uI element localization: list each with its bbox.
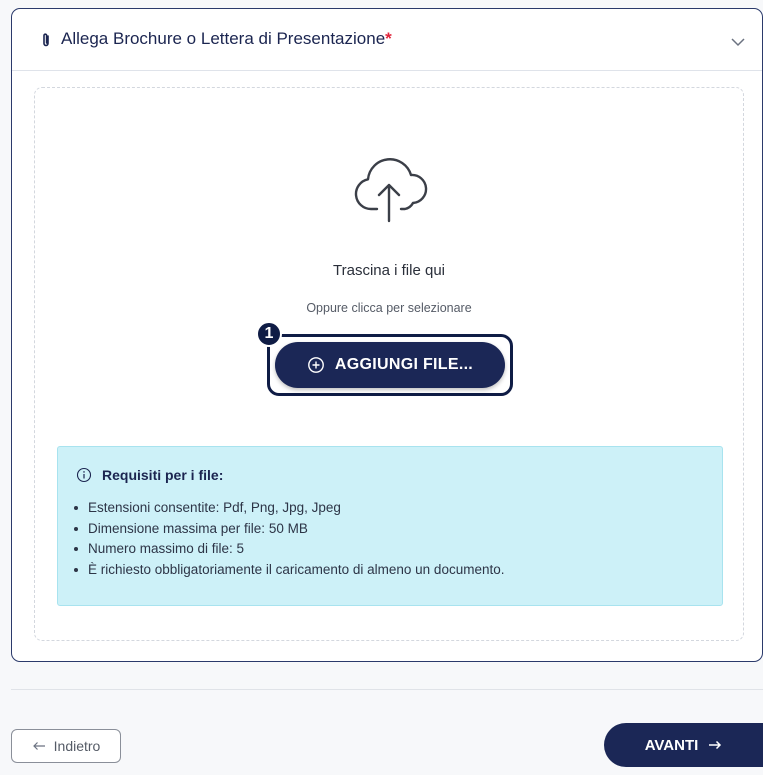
list-item: Numero massimo di file: 5 [74,539,504,560]
list-item: È richiesto obbligatoriamente il caricam… [74,560,504,581]
cloud-upload-icon [349,155,433,227]
add-file-button-label: AGGIUNGI FILE... [334,356,474,373]
file-dropzone[interactable]: Trascina i file qui Oppure clicca per se… [34,87,744,641]
back-button[interactable]: Indietro [11,729,121,763]
step-badge: 1 [256,321,282,347]
footer-divider [11,689,763,690]
add-file-button[interactable]: AGGIUNGI FILE... [275,342,505,388]
upload-section-card: Allega Brochure o Lettera di Presentazio… [11,8,763,662]
add-file-button-focus-ring: AGGIUNGI FILE... [267,334,513,396]
section-header[interactable]: Allega Brochure o Lettera di Presentazio… [12,9,762,71]
requirements-list: Estensioni consentite: Pdf, Png, Jpg, Jp… [74,498,504,580]
required-marker: * [385,29,392,48]
section-title: Allega Brochure o Lettera di Presentazio… [61,29,392,48]
dropzone-title: Trascina i file qui [333,262,445,279]
chevron-down-icon[interactable] [730,35,746,47]
next-button-label: AVANTI [644,736,699,754]
back-button-label: Indietro [53,738,101,754]
list-item: Dimensione massima per file: 50 MB [74,519,504,540]
requirements-box: Requisiti per i file: Estensioni consent… [57,446,723,606]
plus-circle-icon [307,356,325,374]
list-item: Estensioni consentite: Pdf, Png, Jpg, Jp… [74,498,504,519]
arrow-right-icon [708,737,722,754]
requirements-title: Requisiti per i file: [102,467,224,483]
arrow-left-icon [32,738,46,754]
dropzone-subtitle: Oppure clicca per selezionare [306,301,472,315]
paperclip-icon [40,31,52,49]
next-button[interactable]: AVANTI [604,723,763,767]
info-icon [76,467,92,483]
